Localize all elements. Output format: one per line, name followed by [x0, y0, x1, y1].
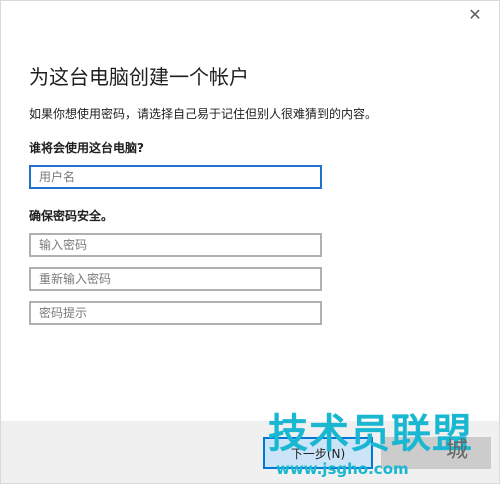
main-content: 为这台电脑创建一个帐户 如果你想使用密码，请选择自己易于记住但别人很难猜到的内容… [29, 61, 469, 325]
close-icon[interactable]: ✕ [465, 5, 485, 25]
page-title: 为这台电脑创建一个帐户 [29, 65, 249, 89]
back-button[interactable] [381, 437, 491, 469]
next-button[interactable]: 下一步(N) [263, 437, 373, 469]
username-input[interactable] [29, 165, 322, 189]
password-confirm-input[interactable] [29, 267, 322, 291]
password-hint-input[interactable] [29, 301, 322, 325]
secure-password-label: 确保密码安全。 [29, 209, 114, 223]
create-account-window: ✕ 为这台电脑创建一个帐户 如果你想使用密码，请选择自己易于记住但别人很难猜到的… [0, 0, 500, 484]
page-subtitle: 如果你想使用密码，请选择自己易于记住但别人很难猜到的内容。 [29, 107, 378, 121]
who-label: 谁将会使用这台电脑? [29, 141, 144, 155]
title-bar: ✕ [1, 1, 499, 29]
footer-bar: 下一步(N) [1, 421, 499, 483]
password-input[interactable] [29, 233, 322, 257]
